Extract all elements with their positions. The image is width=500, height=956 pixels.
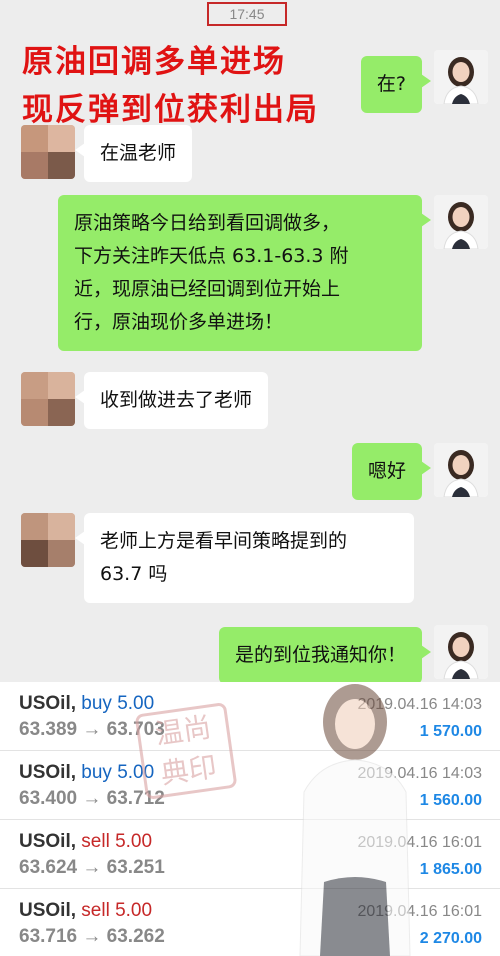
trade-row[interactable]: USOil, sell 5.00 63.716 → 63.262 2019.04… xyxy=(0,889,500,956)
message-bubble-teacher: 是的到位我通知你！ xyxy=(218,627,432,682)
message-bubble-teacher: 在? xyxy=(360,56,432,113)
headline-overlay: 原油回调多单进场 现反弹到位获利出局 xyxy=(22,38,319,134)
chat-area: 17:45 原油回调多单进场 现反弹到位获利出局 在? 在温老师 原油策略今日给… xyxy=(0,0,500,682)
trade-prices: 63.624 → 63.251 xyxy=(19,857,165,878)
trade-profit: 2 270.00 xyxy=(419,930,482,947)
symbol-text: USOil, xyxy=(19,831,77,852)
trade-date: 2019.04.16 16:01 xyxy=(357,834,482,851)
teacher-portrait-icon xyxy=(434,443,488,497)
trade-prices: 63.716 → 63.262 xyxy=(19,926,165,947)
trade-side: sell 5.00 xyxy=(81,900,153,921)
message-line: 行，原油现价多单进场！ xyxy=(74,311,284,333)
trade-history-list: USOil, buy 5.00 63.389 → 63.703 2019.04.… xyxy=(0,682,500,956)
teacher-avatar[interactable] xyxy=(434,50,488,104)
message-line: 下方关注昨天低点 63.1-63.3 附 xyxy=(74,245,349,267)
trade-row[interactable]: USOil, buy 5.00 63.389 → 63.703 2019.04.… xyxy=(0,682,500,751)
trade-profit: 1 570.00 xyxy=(419,723,482,740)
user-avatar[interactable] xyxy=(21,513,75,567)
message-bubble-user: 收到做进去了老师 xyxy=(74,372,269,429)
trade-date: 2019.04.16 14:03 xyxy=(357,696,482,713)
trade-prices: 63.389 → 63.703 xyxy=(19,719,165,740)
trade-symbol: USOil, sell 5.00 xyxy=(19,831,152,853)
trade-side: buy 5.00 xyxy=(81,693,155,714)
message-bubble-user: 老师上方是看早间策略提到的 63.7 吗 xyxy=(75,513,414,603)
teacher-avatar[interactable] xyxy=(434,443,488,497)
symbol-text: USOil, xyxy=(19,762,77,783)
user-avatar[interactable] xyxy=(21,125,75,179)
teacher-portrait-icon xyxy=(434,625,488,679)
trade-prices: 63.400 → 63.712 xyxy=(19,788,165,809)
trade-symbol: USOil, buy 5.00 xyxy=(19,693,154,715)
trade-symbol: USOil, buy 5.00 xyxy=(19,762,154,784)
message-text: 是的到位我通知你！ xyxy=(234,644,406,666)
trade-side: buy 5.00 xyxy=(81,762,155,783)
message-text: 嗯好 xyxy=(367,460,406,482)
message-text: 在? xyxy=(376,73,406,95)
trade-date: 2019.04.16 16:01 xyxy=(357,903,482,920)
message-text: 在温老师 xyxy=(100,142,177,164)
teacher-portrait-icon xyxy=(434,195,488,249)
trade-row[interactable]: USOil, buy 5.00 63.400 → 63.712 2019.04.… xyxy=(0,751,500,820)
symbol-text: USOil, xyxy=(19,900,77,921)
trade-symbol: USOil, sell 5.00 xyxy=(19,900,152,922)
teacher-portrait-icon xyxy=(434,50,488,104)
user-avatar[interactable] xyxy=(21,372,75,426)
trade-profit: 1 865.00 xyxy=(419,861,482,878)
message-bubble-user: 在温老师 xyxy=(74,125,193,182)
trade-date: 2019.04.16 14:03 xyxy=(357,765,482,782)
message-bubble-teacher: 原油策略今日给到看回调做多， 下方关注昨天低点 63.1-63.3 附 近，现原… xyxy=(58,195,431,351)
teacher-avatar[interactable] xyxy=(434,195,488,249)
headline-line-1: 原油回调多单进场 xyxy=(22,44,286,80)
symbol-text: USOil, xyxy=(19,693,77,714)
trade-row[interactable]: USOil, sell 5.00 63.624 → 63.251 2019.04… xyxy=(0,820,500,889)
message-line: 原油策略今日给到看回调做多， xyxy=(74,212,341,234)
message-line: 近，现原油已经回调到位开始上 xyxy=(74,278,341,300)
message-timestamp: 17:45 xyxy=(207,2,287,26)
message-line: 63.7 吗 xyxy=(100,563,168,585)
trade-side: sell 5.00 xyxy=(81,831,153,852)
message-text: 收到做进去了老师 xyxy=(100,389,253,411)
message-line: 老师上方是看早间策略提到的 xyxy=(100,530,348,552)
trade-profit: 1 560.00 xyxy=(419,792,482,809)
teacher-avatar[interactable] xyxy=(434,625,488,679)
message-bubble-teacher: 嗯好 xyxy=(351,443,432,500)
